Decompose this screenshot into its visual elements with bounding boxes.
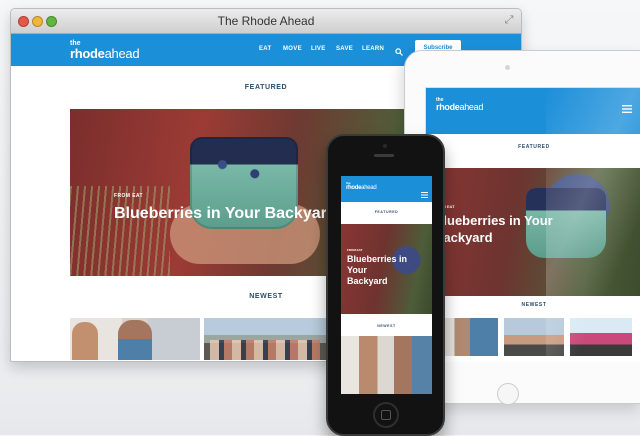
phone-device: the rhodeahead FEATURED FROM EAT Blueber… (326, 134, 445, 436)
newest-article-thumb-2[interactable] (204, 318, 329, 360)
logo-wordmark: rhodeahead (70, 46, 140, 61)
phone-navbar: the rhodeahead (341, 176, 432, 202)
window-title: The Rhode Ahead (217, 14, 315, 28)
person-photo (118, 320, 152, 360)
group-photo (210, 340, 320, 360)
tablet-home-button[interactable] (497, 383, 519, 405)
logo-rhode: rhode (436, 102, 460, 112)
logo-ahead: ahead (361, 185, 377, 191)
phone-newest-heading: NEWEST (377, 324, 396, 328)
phone-logo[interactable]: the rhodeahead (346, 182, 377, 192)
phone-camera (383, 144, 387, 148)
hero-grass (70, 186, 170, 276)
tablet-logo[interactable]: the rhodeahead (436, 98, 483, 112)
logo-ahead: ahead (104, 46, 140, 61)
logo-rhode: rhode (70, 46, 105, 61)
phone-featured-hero[interactable]: FROM EAT Blueberries in Your Backyard (341, 224, 432, 314)
nav-move[interactable]: MOVE (283, 46, 302, 52)
phone-home-button[interactable] (373, 402, 399, 428)
logo-wordmark: rhodeahead (436, 103, 483, 112)
nav-eat[interactable]: EAT (259, 46, 271, 52)
nav-live[interactable]: LIVE (311, 46, 326, 52)
phone-newest-thumb-1[interactable] (341, 336, 432, 394)
featured-title[interactable]: Blueberries in Your Backyard (114, 205, 337, 223)
phone-screen: the rhodeahead FEATURED FROM EAT Blueber… (341, 176, 432, 394)
person-photo (72, 322, 98, 360)
menu-icon[interactable] (421, 185, 428, 198)
site-logo[interactable]: the rhodeahead (70, 40, 140, 61)
logo-rhode: rhode (346, 185, 362, 191)
window-titlebar: The Rhode Ahead ⤢ (11, 9, 521, 34)
phone-featured-heading: FEATURED (374, 210, 399, 214)
screen-glare (546, 88, 640, 362)
phone-speaker (374, 154, 394, 157)
tablet-screen: the rhodeahead FEATURED FROM EAT Blueber… (425, 87, 640, 362)
fullscreen-icon[interactable]: ⤢ (503, 14, 515, 26)
phone-featured-title[interactable]: Blueberries in Your Backyard (347, 254, 409, 287)
newest-article-thumb-1[interactable] (70, 318, 200, 360)
logo-ahead: ahead (459, 102, 484, 112)
featured-kicker: FROM EAT (114, 193, 143, 199)
nav-save[interactable]: SAVE (336, 46, 353, 52)
search-icon[interactable] (395, 43, 403, 56)
logo-wordmark: rhodeahead (346, 185, 377, 191)
nav-learn[interactable]: LEARN (362, 46, 384, 52)
featured-kicker: FROM EAT (347, 248, 363, 252)
tablet-camera (505, 65, 510, 70)
tablet-newest-thumb-1[interactable] (436, 318, 498, 356)
